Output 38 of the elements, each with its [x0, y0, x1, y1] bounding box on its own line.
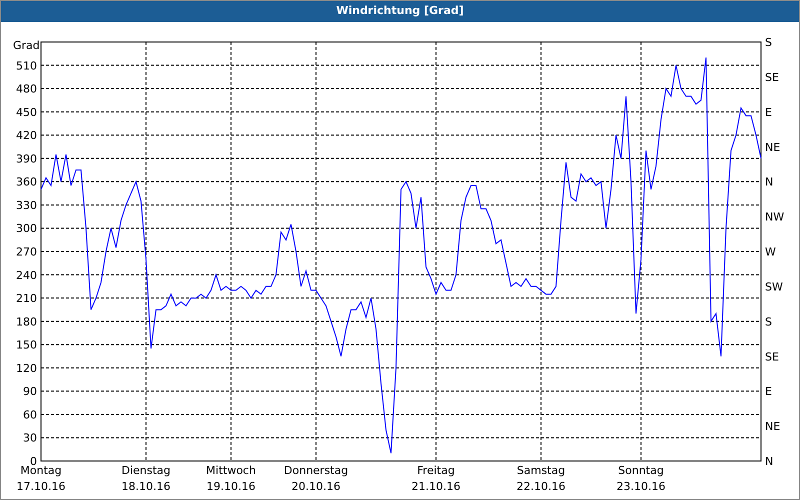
direction-tick-label: E — [765, 385, 772, 398]
y-tick-label: 480 — [16, 82, 37, 96]
x-tick-label: Donnerstag 20.10.16 — [284, 464, 348, 493]
direction-tick-label: S — [765, 36, 772, 49]
x-tick-label: Mittwoch 19.10.16 — [206, 464, 256, 493]
direction-tick-label: SE — [765, 70, 779, 84]
y-tick-label: 360 — [16, 176, 37, 189]
x-tick-label: Freitag 21.10.16 — [412, 464, 460, 493]
window-title: Windrichtung [Grad] — [1, 1, 799, 22]
y-tick-label: 420 — [16, 129, 37, 142]
y-tick-label: 90 — [23, 385, 37, 398]
y-tick-label: 450 — [16, 106, 37, 119]
y-tick-label: 180 — [16, 315, 37, 328]
x-tick-label: Samstag 22.10.16 — [516, 464, 566, 493]
y-tick-label: 150 — [16, 338, 37, 352]
direction-tick-label: E — [765, 106, 772, 119]
y-tick-label: 270 — [16, 246, 37, 258]
direction-tick-label: NW — [765, 210, 784, 224]
direction-tick-label: NE — [765, 420, 780, 434]
y-tick-label: 210 — [16, 292, 37, 306]
y-tick-label: 510 — [16, 59, 37, 72]
direction-tick-label: NE — [765, 140, 780, 154]
y-tick-label: 30 — [23, 432, 37, 445]
y-tick-label: 300 — [16, 222, 37, 236]
direction-tick-label: W — [765, 246, 776, 258]
direction-tick-label: SW — [765, 280, 783, 294]
x-tick-label: Dienstag 18.10.16 — [121, 464, 171, 493]
y-axis-label: Grad — [13, 39, 40, 52]
direction-tick-label: N — [765, 176, 774, 189]
y-tick-label: 60 — [23, 408, 37, 422]
y-tick-label: 390 — [16, 152, 37, 166]
direction-tick-label: N — [765, 455, 774, 468]
direction-tick-label: S — [765, 315, 772, 328]
x-tick-label: Sonntag 23.10.16 — [616, 464, 666, 493]
y-tick-label: 330 — [16, 198, 37, 212]
y-tick-label: 240 — [16, 268, 37, 282]
direction-tick-label: SE — [765, 350, 779, 364]
y-tick-label: 120 — [16, 362, 37, 375]
